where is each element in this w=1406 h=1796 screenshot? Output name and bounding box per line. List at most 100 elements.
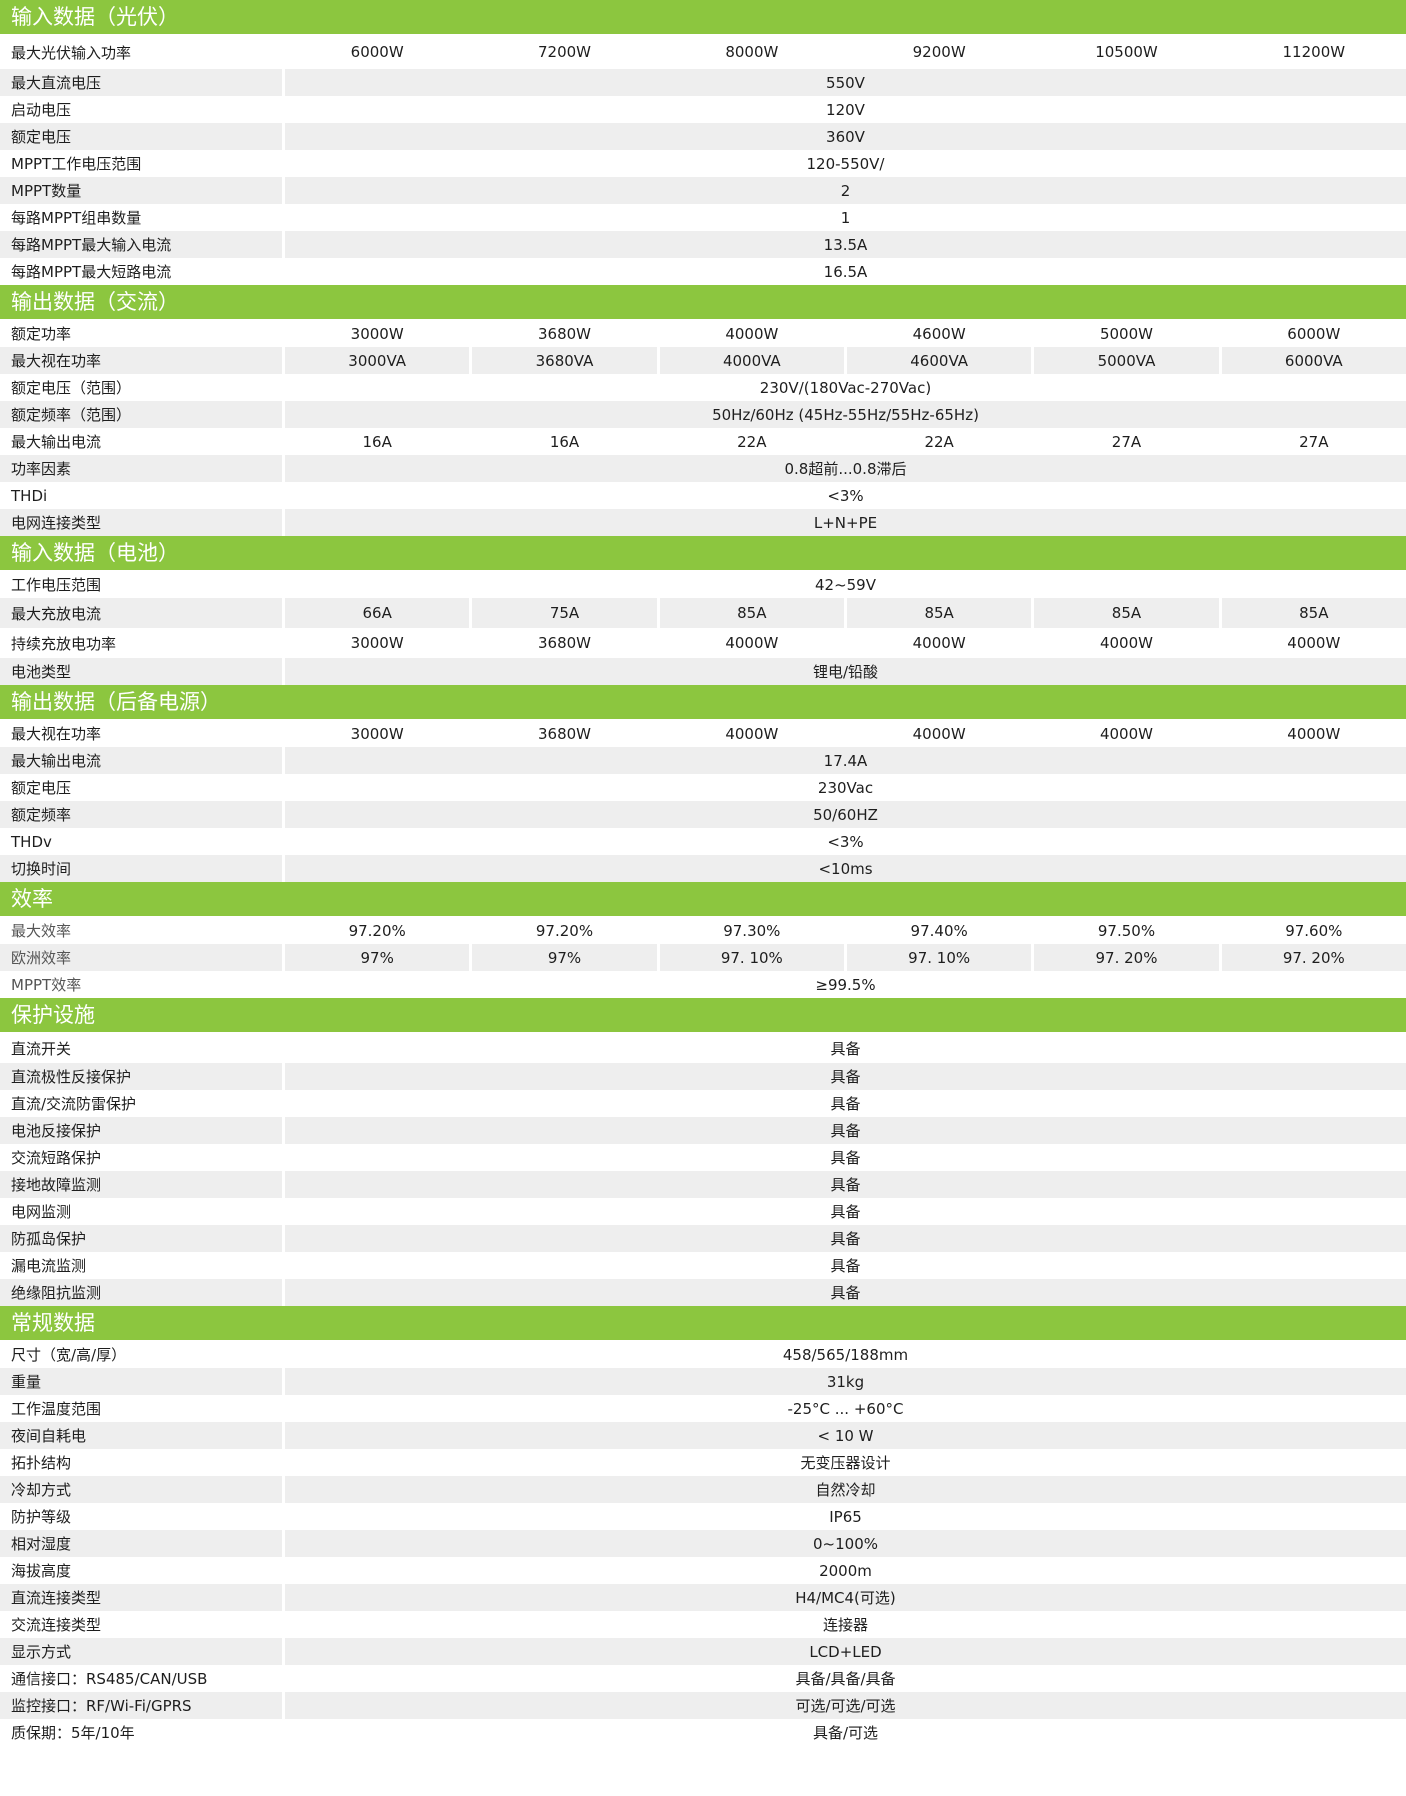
value-cell: 3680W: [469, 320, 656, 347]
row-values: 2: [282, 177, 1406, 204]
row-label: 每路MPPT组串数量: [11, 209, 142, 227]
table-row: 接地故障监测 具备: [0, 1171, 1406, 1198]
table-row: 工作温度范围 -25°C ... +60°C: [0, 1395, 1406, 1422]
row-label: 海拔高度: [11, 1562, 72, 1580]
row-values: 230V/(180Vac-270Vac): [282, 374, 1406, 401]
row-label: MPPT工作电压范围: [11, 155, 142, 173]
row-label: 绝缘阻抗监测: [11, 1284, 102, 1302]
row-label: THDv: [11, 832, 52, 851]
row-values: 具备: [282, 1090, 1406, 1117]
value-cell: 97. 20%: [1031, 944, 1218, 971]
value-cell-merged: 具备: [282, 1171, 1406, 1198]
table-row: 启动电压 120V: [0, 96, 1406, 123]
value-cell: 97%: [282, 944, 469, 971]
value-cell: 66A: [282, 598, 469, 628]
table-row: THDi <3%: [0, 482, 1406, 509]
value-cell: 4000W: [656, 720, 844, 747]
table-row: 每路MPPT最大输入电流 13.5A: [0, 231, 1406, 258]
row-values: 具备: [282, 1225, 1406, 1252]
value-cell-merged: 连接器: [282, 1611, 1406, 1638]
value-cell-merged: 550V: [282, 69, 1406, 96]
table-row: MPPT数量 2: [0, 177, 1406, 204]
table-row: 夜间自耗电 < 10 W: [0, 1422, 1406, 1449]
value-cell: 22A: [843, 428, 1031, 455]
value-cell: 85A: [843, 598, 1031, 628]
row-values: 具备: [282, 1063, 1406, 1090]
row-label: MPPT数量: [11, 182, 82, 200]
table-row: 额定电压 230Vac: [0, 774, 1406, 801]
table-row: 防孤岛保护 具备: [0, 1225, 1406, 1252]
row-values: 120V: [282, 96, 1406, 123]
table-row: 防护等级 IP65: [0, 1503, 1406, 1530]
row-values: 458/565/188mm: [282, 1341, 1406, 1368]
table-row: 最大视在功率 3000VA 3680VA 4000VA 4600VA 5000VA 6000…: [0, 347, 1406, 374]
value-cell: 3680VA: [469, 347, 656, 374]
value-cell: 6000VA: [1218, 347, 1406, 374]
value-cell: 6000W: [1218, 320, 1406, 347]
table-row: 额定电压 360V: [0, 123, 1406, 150]
value-cell-merged: 458/565/188mm: [282, 1341, 1406, 1368]
value-cell-merged: 具备: [282, 1090, 1406, 1117]
row-label: 最大输出电流: [11, 433, 102, 451]
row-values: 97% 97% 97. 10% 97. 10% 97. 20% 97. 20%: [282, 944, 1406, 971]
table-row: 最大光伏输入功率 6000W 7200W 8000W 9200W 10500W 11200W: [0, 35, 1406, 69]
table-row: 海拔高度 2000m: [0, 1557, 1406, 1584]
row-label: 直流/交流防雷保护: [11, 1095, 137, 1113]
row-label: 最大效率: [11, 922, 72, 940]
table-row: 持续充放电功率 3000W 3680W 4000W 4000W 4000W 4000W: [0, 628, 1406, 658]
row-label: 尺寸（宽/高/厚）: [11, 1346, 127, 1364]
table-row: 工作电压范围 42~59V: [0, 571, 1406, 598]
value-cell: 16A: [282, 428, 469, 455]
table-row: 最大输出电流 16A 16A 22A 22A 27A 27A: [0, 428, 1406, 455]
value-cell-merged: 具备/具备/具备: [282, 1665, 1406, 1692]
value-cell-merged: <3%: [282, 482, 1406, 509]
value-cell: 3680W: [469, 720, 656, 747]
value-cell-merged: 17.4A: [282, 747, 1406, 774]
row-values: 0.8超前...0.8滞后: [282, 455, 1406, 482]
row-label: 电网连接类型: [11, 514, 102, 532]
value-cell: 3000W: [282, 320, 469, 347]
row-values: 具备: [282, 1117, 1406, 1144]
table-row: 功率因素 0.8超前...0.8滞后: [0, 455, 1406, 482]
table-row: 质保期：5年/10年 具备/可选: [0, 1719, 1406, 1746]
section-header: 常规数据: [0, 1306, 1406, 1341]
table-row: 电网连接类型 L+N+PE: [0, 509, 1406, 536]
row-values: 0~100%: [282, 1530, 1406, 1557]
value-cell: 4000VA: [656, 347, 844, 374]
row-values: 13.5A: [282, 231, 1406, 258]
row-label: 欧洲效率: [11, 949, 72, 967]
row-label: 漏电流监测: [11, 1257, 87, 1275]
row-label: 持续充放电功率: [11, 634, 117, 653]
row-label: THDi: [11, 486, 48, 505]
row-label: 直流极性反接保护: [11, 1068, 132, 1086]
value-cell-merged: 可选/可选/可选: [282, 1692, 1406, 1719]
row-label: 质保期：5年/10年: [11, 1724, 135, 1742]
row-label: 夜间自耗电: [11, 1427, 87, 1445]
row-values: 具备: [282, 1279, 1406, 1306]
value-cell: 6000W: [282, 35, 469, 69]
row-values: 具备: [282, 1198, 1406, 1225]
value-cell: 4000W: [1031, 628, 1218, 658]
value-cell: 3000VA: [282, 347, 469, 374]
value-cell: 3000W: [282, 628, 469, 658]
value-cell-merged: 1: [282, 204, 1406, 231]
table-row: MPPT效率 ≥99.5%: [0, 971, 1406, 998]
row-label: 最大光伏输入功率: [11, 43, 132, 62]
value-cell-merged: 42~59V: [282, 571, 1406, 598]
row-values: 3000W 3680W 4000W 4000W 4000W 4000W: [282, 628, 1406, 658]
row-label: 额定频率（范围）: [11, 406, 132, 424]
row-label: 每路MPPT最大输入电流: [11, 236, 172, 254]
value-cell: 4600VA: [843, 347, 1031, 374]
value-cell: 97. 10%: [656, 944, 844, 971]
table-row: 电池类型 锂电/铅酸: [0, 658, 1406, 685]
table-row: 最大视在功率 3000W 3680W 4000W 4000W 4000W 4000W: [0, 720, 1406, 747]
value-cell-merged: 具备: [282, 1033, 1406, 1063]
value-cell-merged: 2: [282, 177, 1406, 204]
value-cell: 85A: [656, 598, 844, 628]
value-cell: 75A: [469, 598, 656, 628]
row-label: 防护等级: [11, 1508, 72, 1526]
row-values: < 10 W: [282, 1422, 1406, 1449]
table-row: 直流/交流防雷保护 具备: [0, 1090, 1406, 1117]
value-cell-merged: 50Hz/60Hz (45Hz-55Hz/55Hz-65Hz): [282, 401, 1406, 428]
row-values: 16A 16A 22A 22A 27A 27A: [282, 428, 1406, 455]
